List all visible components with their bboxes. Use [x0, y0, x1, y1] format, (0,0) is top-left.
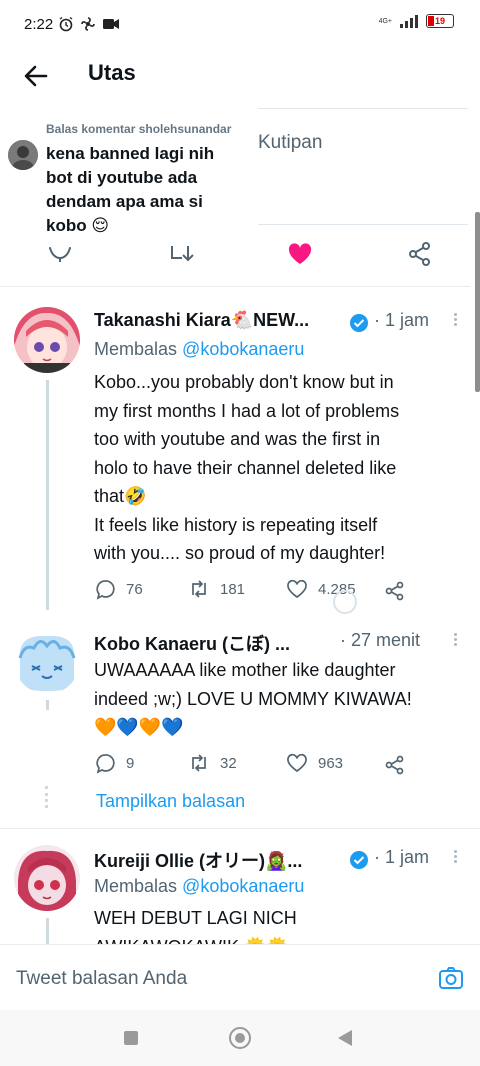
divider — [0, 286, 470, 287]
retweet-icon — [192, 754, 206, 772]
avatar-image — [14, 307, 80, 373]
status-time: 2:22 — [24, 16, 54, 33]
retweet-down-icon[interactable] — [168, 240, 196, 268]
reply-count: 76 — [126, 580, 143, 598]
avatar-image — [14, 628, 80, 694]
share-icon[interactable] — [406, 240, 434, 268]
reply-count: 9 — [126, 754, 135, 772]
tweet-author-name[interactable]: Takanashi Kiara🐔NEW... — [94, 310, 309, 331]
verified-icon — [350, 851, 368, 869]
recent-apps-button[interactable] — [124, 1031, 138, 1045]
show-replies-link[interactable]: Tampilkan balasan — [96, 791, 245, 812]
retweet-count: 181 — [220, 580, 246, 598]
back-button[interactable] — [338, 1030, 352, 1046]
more-options-icon[interactable] — [450, 848, 460, 870]
comment-icon — [96, 754, 115, 774]
reply-actions — [0, 240, 480, 270]
replying-to-label: Membalas — [94, 876, 178, 896]
share-icon[interactable] — [384, 754, 406, 776]
replying-to-label: Membalas — [94, 339, 178, 359]
thread-line — [46, 380, 49, 610]
signal-icon — [400, 14, 418, 28]
alarm-icon — [59, 16, 73, 32]
reply-text: kena banned lagi nih bot di youtube ada … — [46, 144, 215, 235]
reply-button[interactable]: 9 — [94, 752, 134, 774]
network-label: 4G+ — [378, 17, 392, 25]
camera-icon[interactable] — [438, 965, 464, 991]
reply-context: Balas komentar sholehsunandar — [46, 122, 232, 136]
tweet-text: WEH DEBUT LAGI NICH AWIKAWOKAWIK 🌞🌞 — [94, 908, 297, 944]
retweet-count: 32 — [220, 754, 237, 772]
verified-icon — [350, 314, 368, 332]
quote-divider-top — [258, 108, 468, 109]
tweet-author-name[interactable]: Kobo Kanaeru (こぼ) ... — [94, 630, 290, 656]
tweet-time: · 1 jam — [374, 310, 430, 330]
more-options-icon[interactable] — [450, 631, 460, 653]
tweet-actions: 76 181 4.285 — [94, 578, 466, 604]
status-icons — [58, 16, 120, 32]
avatar-ollie[interactable] — [14, 845, 80, 911]
home-button[interactable] — [229, 1027, 251, 1049]
share-icon[interactable] — [384, 580, 406, 602]
avatar[interactable] — [8, 140, 38, 170]
divider — [0, 828, 480, 829]
battery-icon: 19 — [426, 14, 454, 28]
battery-level: 19 — [434, 16, 445, 26]
retweet-button[interactable]: 181 — [188, 578, 245, 600]
replying-to: Membalas @kobokanaeru — [94, 339, 304, 360]
retweet-button[interactable]: 32 — [188, 752, 237, 774]
heart-icon — [287, 753, 307, 773]
loading-spinner — [333, 590, 357, 614]
video-icon — [103, 19, 119, 29]
tweet-text: Kobo...you probably don't know but in my… — [94, 372, 400, 563]
reply-input[interactable] — [14, 963, 418, 995]
heart-filled-icon[interactable] — [286, 240, 314, 268]
thread-dots — [45, 786, 52, 808]
tweet-text: UWAAAAAA like mother like daughter indee… — [94, 660, 412, 737]
reply-handle-link[interactable]: @kobokanaeru — [182, 876, 304, 896]
tweet-author-name[interactable]: Kureiji Ollie (オリー)🧟‍♀️... — [94, 847, 302, 873]
more-options-icon[interactable] — [450, 311, 460, 333]
scrollbar[interactable] — [475, 212, 480, 392]
like-count: 963 — [318, 754, 344, 772]
reply-handle-link[interactable]: @kobokanaeru — [182, 339, 304, 359]
avatar-kobo[interactable] — [14, 628, 80, 694]
back-arrow-icon[interactable] — [20, 60, 52, 92]
quote-label[interactable]: Kutipan — [258, 132, 322, 154]
tweet-actions: 9 32 963 — [94, 752, 466, 778]
system-navbar — [0, 1010, 480, 1066]
avatar-kiara[interactable] — [14, 307, 80, 373]
replying-to: Membalas @kobokanaeru — [94, 876, 304, 897]
fan-icon — [81, 17, 95, 31]
avatar-image — [14, 845, 80, 911]
comment-icon — [96, 580, 115, 600]
thread-line — [46, 700, 49, 710]
tweet-time: · 27 menit — [340, 630, 421, 650]
reply-button[interactable]: 76 — [94, 578, 143, 600]
comment-down-icon[interactable] — [46, 240, 74, 268]
tweet-time: · 1 jam — [374, 847, 430, 867]
heart-icon — [287, 579, 307, 599]
avatar-image — [8, 140, 38, 170]
reply-composer — [0, 944, 480, 1011]
like-button[interactable]: 963 — [286, 752, 343, 774]
page-title: Utas — [88, 60, 136, 85]
quote-divider-bottom — [258, 224, 468, 225]
retweet-icon — [192, 580, 206, 598]
status-right: 4G+ 19 — [379, 14, 454, 28]
